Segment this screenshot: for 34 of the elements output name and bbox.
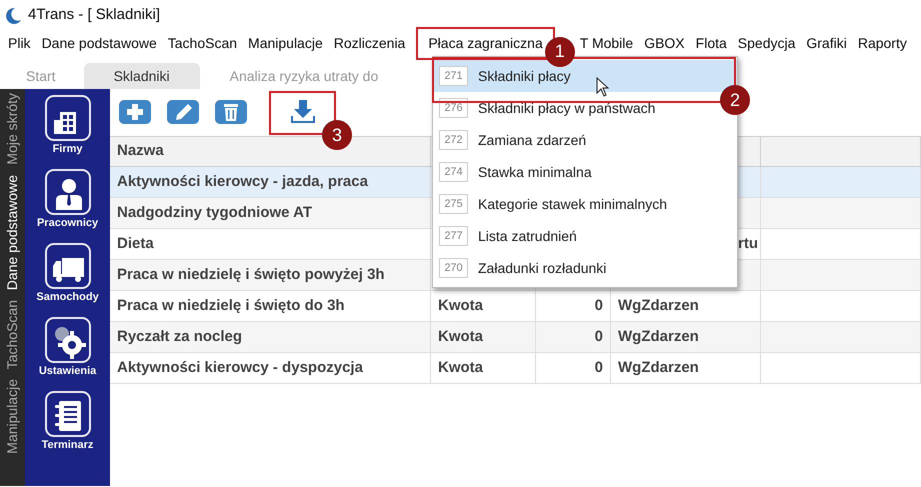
table-cell-text: Aktywności kierowcy - jazda, praca [117,172,368,192]
table-cell-text: Kwota [438,358,483,378]
item-label: Kategorie stawek minimalnych [478,194,668,214]
table-cell-text: WgZdarzen [618,326,699,347]
item-code: 270 [439,258,468,278]
item-code: 274 [439,162,468,182]
item-code: 277 [439,226,468,246]
table-cell-text: Nadgodziny tygodniowe AT [117,202,312,223]
item-label: Stawka minimalna [478,162,592,182]
table-cell-text: WgZdarzen [618,358,699,378]
item-label: Załadunki rozładunki [478,258,606,278]
table-cell-text: 0 [594,296,603,316]
table-cell-text: Ryczałt za nocleg [117,326,242,347]
item-label: Zamiana zdarzeń [478,130,586,150]
table-cell-text: Kwota [438,296,483,316]
table-cell-text: Praca w niedzielę i święto powyżej 3h [117,264,385,285]
table-cell-text: Praca w niedzielę i święto do 3h [117,296,345,316]
item-label: Składniki płacy [478,66,571,86]
item-label: Składniki płacy w państwach [478,98,656,118]
item-label: Lista zatrudnień [478,226,577,246]
window-title: 4Trans - [ Skladniki] [28,5,160,26]
table-cell-text: rtu [738,234,758,254]
table-cell-text: Aktywności kierowcy - dyspozycja [117,358,363,378]
table-cell-text: Dieta [117,234,154,254]
table-cell-text: 0 [594,326,603,347]
step-badge: 2 [720,85,750,115]
item-code: 275 [439,194,468,214]
item-code: 271 [439,66,468,86]
table-cell-text: WgZdarzen [618,296,699,316]
table-cell-text: 0 [594,358,603,378]
item-code: 276 [439,98,468,118]
item-code: 272 [439,130,468,150]
step-badge: 1 [544,36,575,66]
table-cell-text: Kwota [438,326,483,347]
